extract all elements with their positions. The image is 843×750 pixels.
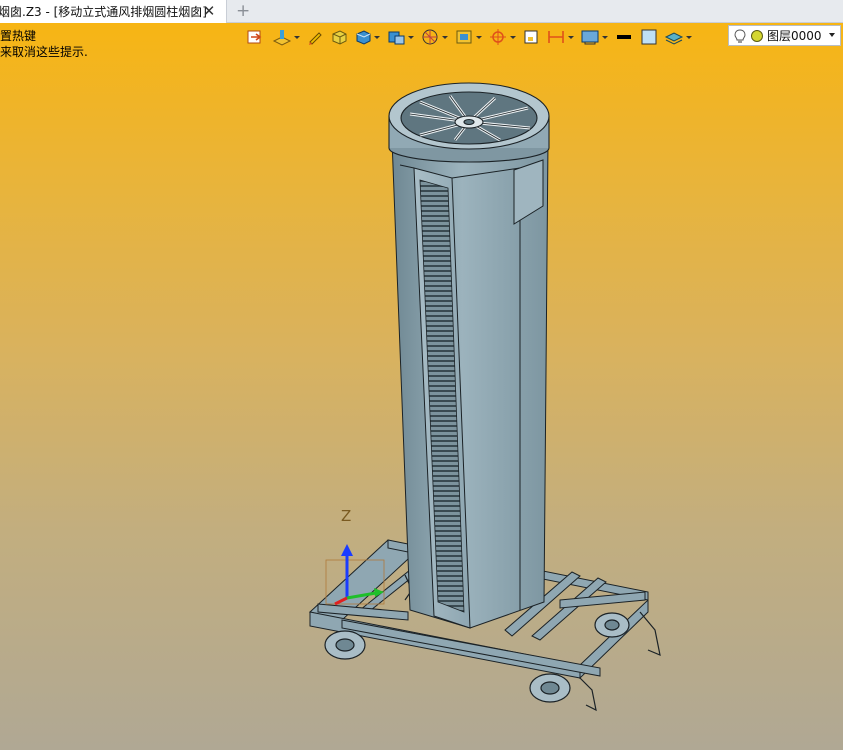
- document-tab-title: 烟囱.Z3 - [移动立式通风排烟圆柱烟囱]: [0, 5, 207, 19]
- document-tab[interactable]: 烟囱.Z3 - [移动立式通风排烟圆柱烟囱] ✕: [0, 0, 227, 23]
- display-filter-icon[interactable]: [580, 26, 614, 48]
- close-tab-icon[interactable]: ✕: [202, 3, 216, 19]
- box-view-icon[interactable]: [354, 26, 386, 48]
- fan-head: [388, 82, 550, 163]
- chimney-cart-model[interactable]: Z: [0, 23, 843, 750]
- dimension-icon[interactable]: [546, 26, 580, 48]
- layer-color-dot-icon[interactable]: [750, 29, 764, 43]
- pencil-icon[interactable]: [306, 26, 330, 48]
- exit-sketch-icon[interactable]: [246, 26, 272, 48]
- fill-color-icon[interactable]: [640, 26, 664, 48]
- new-tab-plus-icon[interactable]: +: [236, 2, 250, 20]
- z-axis-label: Z: [341, 507, 351, 525]
- 3d-viewport[interactable]: 置热键 来取消这些提示. Z 图层0000: [0, 23, 843, 750]
- constraint-icon[interactable]: [522, 26, 546, 48]
- chevron-down-icon[interactable]: [829, 33, 835, 37]
- chimney-shaft: [391, 139, 549, 629]
- snap-target-icon[interactable]: [488, 26, 522, 48]
- layer-visibility-icon[interactable]: [664, 26, 698, 48]
- view-toolbar: [246, 25, 698, 49]
- layer-dropdown[interactable]: 图层0000: [728, 25, 841, 46]
- line-color-icon[interactable]: [614, 26, 640, 48]
- view-cube-icon[interactable]: [386, 26, 420, 48]
- document-tab-bar: 烟囱.Z3 - [移动立式通风排烟圆柱烟囱] ✕ +: [0, 0, 843, 23]
- lightbulb-icon[interactable]: [733, 28, 747, 44]
- sketch-plane-icon[interactable]: [272, 26, 306, 48]
- render-mode-icon[interactable]: [420, 26, 454, 48]
- current-layer-name: 图层0000: [767, 29, 822, 43]
- solid-shading-icon[interactable]: [330, 26, 354, 48]
- frame-view-icon[interactable]: [454, 26, 488, 48]
